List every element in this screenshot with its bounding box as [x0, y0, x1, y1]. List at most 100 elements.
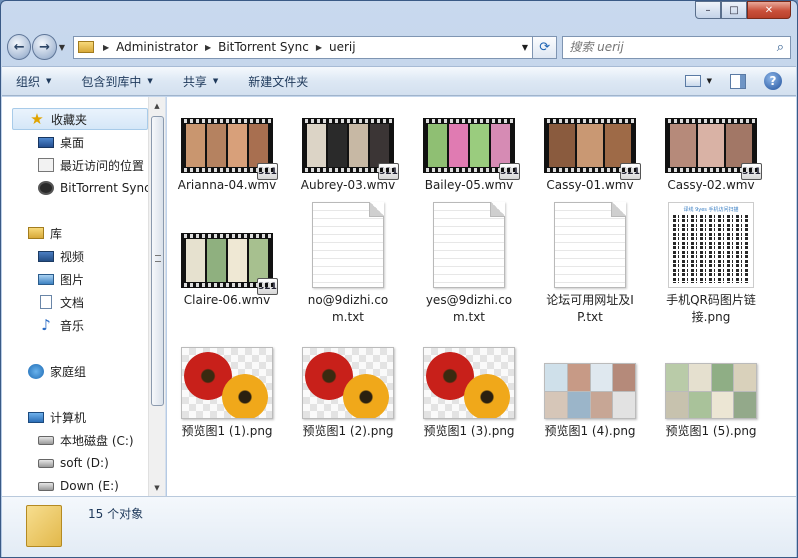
nav-bittorrent-sync[interactable]: BitTorrent Sync — [38, 177, 151, 199]
file-name: yes@9dizhi.com.txt — [425, 293, 513, 324]
nav-computer[interactable]: 计算机 — [28, 406, 86, 428]
file-item[interactable]: 321 Claire-06.wmv — [167, 202, 287, 309]
address-bar[interactable]: ▶ Administrator ▶ BitTorrent Sync ▶ ueri… — [72, 35, 533, 59]
scroll-up-arrow-icon[interactable]: ▲ — [149, 97, 165, 114]
file-name: 手机QR码图片链接.png — [666, 293, 756, 324]
nav-recent-places[interactable]: 最近访问的位置 — [38, 154, 144, 176]
drive-icon — [38, 458, 54, 468]
nav-drive-d[interactable]: soft (D:) — [38, 452, 109, 474]
scrollbar-thumb[interactable] — [151, 116, 164, 406]
nav-bittorrent-label: BitTorrent Sync — [60, 181, 151, 195]
navigation-scrollbar[interactable]: ▲ ▼ — [148, 97, 165, 496]
breadcrumb-arrow-icon[interactable]: ▶ — [103, 43, 109, 52]
collage-tile — [590, 391, 613, 418]
file-item[interactable]: yes@9dizhi.com.txt — [409, 202, 529, 326]
file-item[interactable]: 论坛可用网址及IP.txt — [530, 202, 650, 326]
back-button[interactable]: ← — [7, 34, 32, 60]
file-item[interactable]: 321 Cassy-01.wmv — [530, 107, 650, 194]
flower-shape — [343, 374, 389, 418]
file-item[interactable]: 321 Aubrey-03.wmv — [288, 107, 408, 194]
search-input[interactable] — [569, 40, 777, 54]
grip-icon — [155, 255, 161, 262]
homegroup-icon — [28, 363, 44, 379]
file-item[interactable]: 预览图1 (3).png — [409, 347, 529, 440]
refresh-button[interactable]: ⟳ — [532, 35, 558, 59]
file-item[interactable]: no@9dizhi.com.txt — [288, 202, 408, 326]
collage-tile — [590, 364, 613, 391]
nav-music[interactable]: ♪ 音乐 — [38, 314, 84, 336]
nav-libraries[interactable]: 库 — [28, 222, 62, 244]
file-item[interactable]: 译线 9yes 手机访问扫描手机QR码图片链接.png — [651, 202, 771, 326]
breadcrumb-arrow-icon[interactable]: ▶ — [205, 43, 211, 52]
breadcrumb-administrator[interactable]: Administrator — [116, 40, 198, 54]
organize-menu[interactable]: 组织 ▼ — [16, 73, 51, 90]
file-name: 预览图1 (5).png — [665, 424, 757, 438]
help-icon[interactable]: ? — [764, 72, 782, 90]
search-box[interactable]: ⌕ — [562, 35, 792, 59]
computer-icon — [28, 411, 44, 423]
flower-shape — [222, 374, 268, 418]
share-menu[interactable]: 共享 ▼ — [183, 73, 218, 90]
nav-desktop[interactable]: 桌面 — [38, 131, 84, 153]
nav-desktop-label: 桌面 — [60, 135, 85, 150]
file-item[interactable]: 预览图1 (2).png — [288, 347, 408, 440]
nav-drive-c[interactable]: 本地磁盘 (C:) — [38, 429, 134, 451]
minimize-button[interactable]: – — [695, 1, 721, 19]
nav-videos[interactable]: 视频 — [38, 245, 84, 267]
drive-icon — [38, 435, 54, 445]
nav-documents[interactable]: 文档 — [38, 291, 84, 313]
address-row: ← → ▼ ▶ Administrator ▶ BitTorrent Sync … — [7, 33, 792, 61]
nav-recent-label: 最近访问的位置 — [60, 158, 145, 173]
nav-drive-e[interactable]: Down (E:) — [38, 475, 119, 497]
recent-pages-dropdown[interactable]: ▼ — [59, 43, 65, 52]
include-in-library-menu[interactable]: 包含到库中 ▼ — [81, 73, 152, 90]
video-thumbnail: 321 — [181, 233, 278, 295]
file-item[interactable]: 预览图1 (1).png — [167, 347, 287, 440]
view-options-dropdown[interactable]: ▼ — [707, 77, 712, 85]
file-item[interactable]: 预览图1 (5).png — [651, 347, 771, 440]
flower-image-thumbnail — [423, 347, 515, 419]
folder-icon — [77, 41, 94, 53]
text-file-icon — [433, 202, 505, 288]
video-thumbnail: 321 — [181, 118, 278, 180]
search-icon[interactable]: ⌕ — [777, 40, 784, 55]
forward-button[interactable]: → — [32, 34, 57, 60]
nav-libraries-label: 库 — [50, 226, 63, 241]
file-item[interactable]: 321 Cassy-02.wmv — [651, 107, 771, 194]
scroll-down-arrow-icon[interactable]: ▼ — [149, 479, 165, 496]
video-thumbnail: 321 — [423, 118, 520, 180]
collage-tile — [567, 391, 590, 418]
nav-videos-label: 视频 — [60, 249, 85, 264]
flower-image-thumbnail — [181, 347, 273, 419]
file-item[interactable]: 预览图1 (4).png — [530, 347, 650, 440]
nav-drive-d-label: soft (D:) — [60, 456, 109, 470]
breadcrumb-uerij[interactable]: uerij — [329, 40, 356, 54]
preview-pane-icon[interactable] — [730, 73, 746, 89]
new-folder-button[interactable]: 新建文件夹 — [248, 73, 308, 90]
chevron-down-icon: ▼ — [212, 77, 219, 85]
file-item[interactable]: 321 Arianna-04.wmv — [167, 107, 287, 194]
file-item[interactable]: 321 Bailey-05.wmv — [409, 107, 529, 194]
breadcrumb-bittorrent-sync[interactable]: BitTorrent Sync — [218, 40, 309, 54]
view-controls: ▼ ? — [684, 72, 782, 90]
change-view-icon[interactable] — [684, 75, 701, 87]
text-file-icon — [554, 202, 626, 288]
nav-pictures-label: 图片 — [60, 272, 85, 287]
chevron-down-icon: ▼ — [46, 77, 52, 85]
nav-homegroup[interactable]: 家庭组 — [28, 360, 86, 382]
collage-tile — [711, 364, 734, 391]
collage-tile — [688, 364, 711, 391]
address-dropdown-icon[interactable]: ▼ — [518, 43, 532, 52]
command-bar: 组织 ▼ 包含到库中 ▼ 共享 ▼ 新建文件夹 ▼ ? — [2, 66, 796, 96]
nav-favorites-label: 收藏夹 — [51, 112, 88, 127]
qr-code-thumbnail: 译线 9yes 手机访问扫描 — [668, 202, 754, 288]
flower-image-thumbnail — [302, 347, 394, 419]
music-icon: ♪ — [41, 316, 51, 334]
nav-drive-e-label: Down (E:) — [60, 479, 119, 493]
nav-favorites[interactable]: ★ 收藏夹 — [12, 108, 148, 130]
breadcrumb-arrow-icon[interactable]: ▶ — [316, 43, 322, 52]
nav-pictures[interactable]: 图片 — [38, 268, 84, 290]
close-button[interactable]: ✕ — [747, 1, 791, 19]
maximize-button[interactable]: □ — [721, 1, 747, 19]
nav-music-label: 音乐 — [60, 318, 85, 333]
